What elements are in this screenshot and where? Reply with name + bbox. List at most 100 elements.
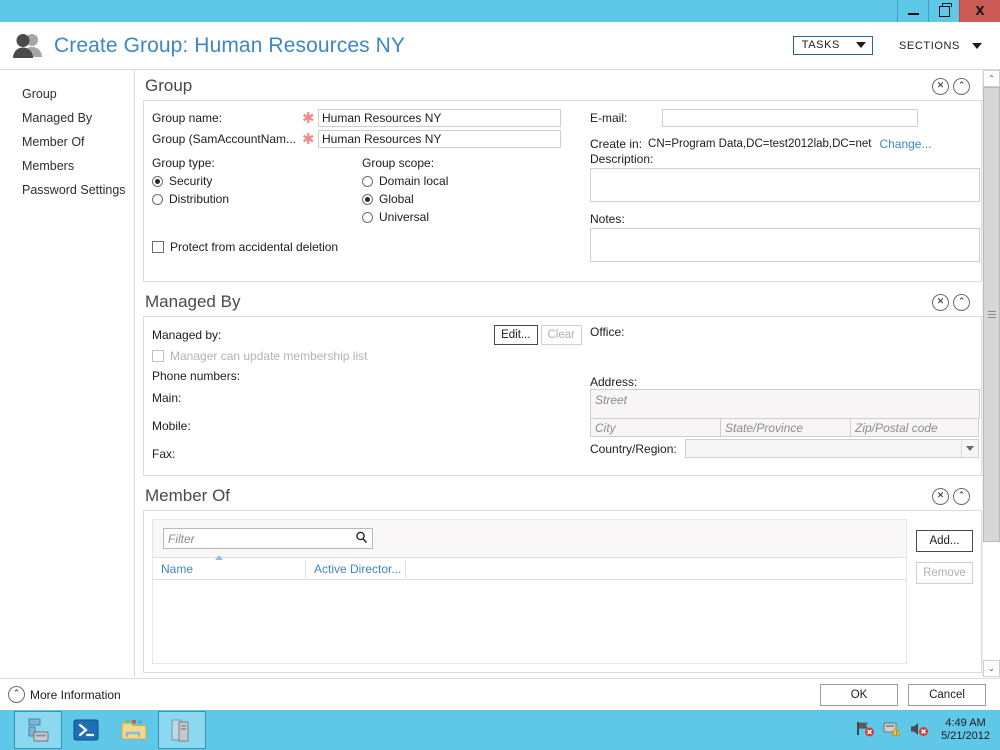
member-of-grid-body[interactable] <box>153 580 906 672</box>
window-maximize-button[interactable] <box>928 0 959 22</box>
email-label: E-mail: <box>590 111 628 125</box>
city-input[interactable]: City <box>590 418 721 437</box>
more-information-toggle[interactable]: ⌃ More Information <box>8 686 810 703</box>
taskbar-clock[interactable]: 4:49 AM 5/21/2012 <box>936 717 990 743</box>
sidebar-item-password-settings[interactable]: Password Settings <box>0 178 134 202</box>
windows-taskbar: ! 4:49 AM 5/21/2012 <box>0 710 1000 750</box>
zip-postal-code-input[interactable]: Zip/Postal code <box>850 418 979 437</box>
sam-account-name-input[interactable] <box>318 130 561 148</box>
radio-group-scope-domain-local[interactable]: Domain local <box>362 174 572 188</box>
member-of-filter-bar: Filter <box>153 520 906 558</box>
section-title: Managed By <box>145 292 241 311</box>
tasks-dropdown-button[interactable]: TASKS <box>792 36 873 55</box>
managed-by-label: Managed by: <box>152 328 222 342</box>
radio-icon <box>362 211 373 223</box>
section-collapse-icon[interactable]: ⌃ <box>953 77 970 95</box>
filter-input[interactable]: Filter <box>163 528 373 549</box>
sidebar-item-label: Members <box>22 159 75 173</box>
group-scope-label: Group scope: <box>362 156 435 170</box>
mobile-phone-label: Mobile: <box>152 419 191 433</box>
vertical-scrollbar[interactable]: ⌃ ⌄ <box>982 70 1000 677</box>
managed-by-edit-button[interactable]: Edit... <box>494 325 538 345</box>
radio-group-type-distribution[interactable]: Distribution <box>152 192 362 206</box>
street-input[interactable]: Street <box>590 389 980 419</box>
change-link[interactable]: Change... <box>879 137 931 151</box>
volume-muted-icon[interactable] <box>909 720 929 741</box>
sidebar-item-member-of[interactable]: Member Of <box>0 130 134 154</box>
country-region-label: Country/Region: <box>590 441 677 456</box>
radio-group-scope-global[interactable]: Global <box>362 192 572 206</box>
network-error-icon[interactable] <box>855 720 875 741</box>
section-member-of: Member Of ✕ ⌃ Filter Name Active Directo… <box>143 480 982 673</box>
column-header-label: Name <box>161 562 194 576</box>
required-asterisk-icon: ✱ <box>302 129 315 148</box>
taskbar-item-file-explorer[interactable] <box>110 711 158 749</box>
remove-member-of-button[interactable]: Remove <box>916 562 973 584</box>
managed-by-clear-button[interactable]: Clear <box>540 325 582 345</box>
sidebar-item-label: Group <box>22 87 57 101</box>
description-textarea[interactable] <box>590 168 980 202</box>
group-name-input[interactable] <box>318 109 561 127</box>
ok-button[interactable]: OK <box>820 683 898 706</box>
taskbar-item-server-manager[interactable] <box>14 711 62 749</box>
column-header-active-directory[interactable]: Active Director... <box>306 560 406 578</box>
group-type-fieldset: Group type: Security Distribution <box>152 156 362 228</box>
section-close-icon[interactable]: ✕ <box>932 487 949 505</box>
sidebar-navigation: Group Managed By Member Of Members Passw… <box>0 70 135 677</box>
taskbar-item-powershell[interactable] <box>62 711 110 749</box>
protect-from-deletion-checkbox[interactable]: Protect from accidental deletion <box>152 240 582 254</box>
dialog-footer: ⌃ More Information OK Cancel <box>0 678 1000 710</box>
checkbox-label: Manager can update membership list <box>170 349 368 363</box>
sidebar-item-group[interactable]: Group <box>0 82 134 106</box>
group-panel-right: E-mail: Create in: CN=Program Data,DC=te… <box>582 109 980 271</box>
restore-icon <box>938 2 952 17</box>
scroll-up-button[interactable]: ⌃ <box>983 70 1000 87</box>
scroll-down-button[interactable]: ⌄ <box>983 660 1000 677</box>
group-name-label: Group name: <box>152 111 223 125</box>
add-member-of-button[interactable]: Add... <box>916 530 973 552</box>
sort-ascending-icon <box>215 555 223 560</box>
address-label: Address: <box>590 375 638 389</box>
window-close-button[interactable]: X <box>959 0 1000 22</box>
column-header-name[interactable]: Name <box>153 555 306 578</box>
section-collapse-icon[interactable]: ⌃ <box>953 293 970 311</box>
section-close-icon[interactable]: ✕ <box>932 77 949 95</box>
sections-dropdown-button[interactable]: SECTIONS <box>887 37 986 55</box>
radio-group-scope-universal[interactable]: Universal <box>362 210 572 224</box>
radio-label: Universal <box>379 210 430 224</box>
email-input[interactable] <box>662 109 918 127</box>
radio-icon <box>152 175 163 187</box>
window-minimize-button[interactable] <box>897 0 928 22</box>
office-label: Office: <box>590 325 625 339</box>
sidebar-item-managed-by[interactable]: Managed By <box>0 106 134 130</box>
scrollbar-thumb[interactable] <box>983 87 1000 542</box>
system-tray: ! 4:49 AM 5/21/2012 <box>855 717 1000 743</box>
country-region-select[interactable] <box>685 439 979 458</box>
section-group-header: Group ✕ ⌃ <box>143 70 982 100</box>
sam-account-name-label: Group (SamAccountNam... <box>152 132 297 146</box>
collapse-icon: ⌃ <box>8 686 25 703</box>
section-collapse-icon[interactable]: ⌃ <box>953 487 970 505</box>
manager-update-membership-checkbox[interactable]: Manager can update membership list <box>152 349 582 363</box>
scrollbar-track[interactable] <box>983 87 1000 660</box>
section-close-icon[interactable]: ✕ <box>932 293 949 311</box>
search-icon[interactable] <box>355 531 368 547</box>
state-province-input[interactable]: State/Province <box>720 418 851 437</box>
action-center-warning-icon[interactable]: ! <box>882 720 902 741</box>
notes-textarea[interactable] <box>590 228 980 262</box>
radio-group-type-security[interactable]: Security <box>152 174 362 188</box>
section-controls: ✕ ⌃ <box>932 293 982 311</box>
section-controls: ✕ ⌃ <box>932 487 982 505</box>
sidebar-item-members[interactable]: Members <box>0 154 134 178</box>
clock-date: 5/21/2012 <box>941 730 990 742</box>
taskbar-item-ad-admin-center[interactable] <box>158 711 206 749</box>
main-phone-label: Main: <box>152 391 182 405</box>
managed-by-panel-left: Managed by: Edit... Clear Manager can up… <box>152 325 582 465</box>
create-in-value: CN=Program Data,DC=test2012lab,DC=net <box>648 138 872 150</box>
close-icon: X <box>975 4 985 18</box>
city-placeholder: City <box>595 421 616 435</box>
section-group: Group ✕ ⌃ Group name: ✱ Group (SamAccoun… <box>143 70 982 282</box>
member-of-grid: Filter Name Active Director... <box>152 519 907 664</box>
address-city-state-zip-row: City State/Province Zip/Postal code <box>590 418 980 437</box>
cancel-button[interactable]: Cancel <box>908 683 986 706</box>
